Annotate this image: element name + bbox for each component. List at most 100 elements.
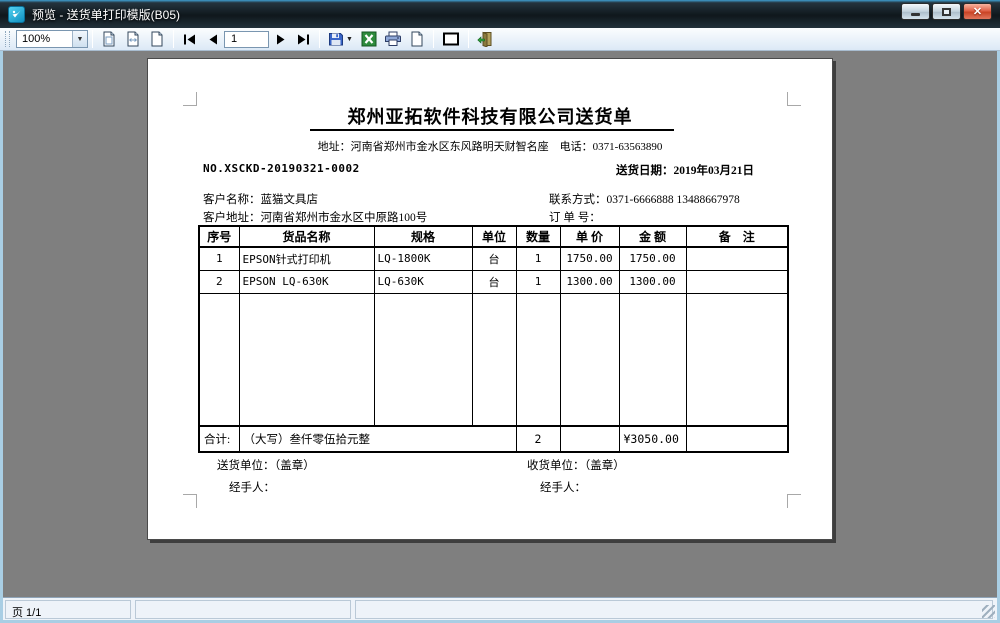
margins-icon — [442, 32, 460, 46]
order-number-line: 订 单 号： — [549, 209, 601, 225]
table-filler-row — [199, 293, 788, 426]
table-row: 2 EPSON LQ-630K LQ-630K 台 1 1300.00 1300… — [199, 270, 788, 293]
status-panel — [355, 600, 993, 619]
first-page-button[interactable] — [178, 29, 201, 49]
status-panel — [135, 600, 351, 619]
cell-index: 1 — [199, 247, 239, 270]
customer-name-label: 客户名称： — [203, 194, 261, 206]
first-page-icon — [183, 34, 196, 45]
cell-name: EPSON针式打印机 — [239, 247, 374, 270]
delivery-date: 送货日期：2019年03月21日 — [616, 162, 754, 178]
preview-workspace[interactable]: 郑州亚拓软件科技有限公司送货单 地址：河南省郑州市金水区东风路明天财智名座 电话… — [3, 51, 997, 597]
cell-remark — [686, 247, 788, 270]
status-bar: 页 1/1 — [3, 597, 997, 620]
cell-unit: 台 — [472, 247, 516, 270]
last-page-button[interactable] — [292, 29, 315, 49]
minimize-button[interactable] — [901, 3, 930, 20]
table-row: 1 EPSON针式打印机 LQ-1800K 台 1 1750.00 1750.0… — [199, 247, 788, 270]
page-indicator: 页 1/1 — [5, 600, 131, 619]
separator — [468, 30, 469, 48]
chevron-down-icon[interactable]: ▼ — [72, 31, 87, 47]
contact-value: 0371-6666888 13488667978 — [607, 194, 740, 206]
cell-remark — [686, 270, 788, 293]
last-page-icon — [297, 34, 310, 45]
cell-unit: 台 — [472, 270, 516, 293]
separator — [92, 30, 93, 48]
customer-address-value: 河南省郑州市金水区中原路100号 — [261, 212, 428, 224]
minimize-icon — [911, 13, 920, 16]
actual-size-button[interactable] — [145, 29, 169, 49]
col-header-spec: 规格 — [374, 226, 472, 247]
page-width-icon — [125, 31, 141, 47]
page-setup-button[interactable] — [405, 29, 429, 49]
margin-mark-bottom-left — [183, 494, 197, 508]
margins-button[interactable] — [438, 29, 464, 49]
cell-price: 1750.00 — [560, 247, 619, 270]
contact-label: 联系方式： — [549, 194, 607, 206]
toolbar: 100% ▼ ▼ — [0, 28, 1000, 51]
cell-spec: LQ-1800K — [374, 247, 472, 270]
zoom-value: 100% — [17, 31, 72, 47]
cell-amount: 1300.00 — [619, 270, 686, 293]
export-excel-icon — [361, 31, 377, 47]
export-excel-button[interactable] — [357, 29, 381, 49]
print-button[interactable] — [381, 29, 405, 49]
exit-icon — [477, 31, 493, 47]
resize-grip-icon[interactable] — [982, 605, 995, 618]
zoom-select[interactable]: 100% ▼ — [16, 30, 88, 48]
separator — [433, 30, 434, 48]
window-controls: ✕ — [901, 3, 992, 20]
table-header-row: 序号 货品名称 规格 单位 数量 单 价 金 额 备 注 — [199, 226, 788, 247]
customer-name-line: 客户名称：蓝猫文具店 — [203, 191, 318, 207]
document-number: NO.XSCKD-20190321-0002 — [203, 162, 360, 175]
page-number-input[interactable] — [224, 31, 269, 48]
window-title: 预览 - 送货单打印模版(B05) — [32, 6, 180, 23]
cell-spec: LQ-630K — [374, 270, 472, 293]
total-amount: ¥3050.00 — [619, 426, 686, 452]
actual-size-icon — [149, 31, 165, 47]
maximize-button[interactable] — [932, 3, 961, 20]
total-qty: 2 — [516, 426, 560, 452]
col-header-name: 货品名称 — [239, 226, 374, 247]
col-header-unit: 单位 — [472, 226, 516, 247]
total-label: 合计: — [199, 426, 239, 452]
cell-index: 2 — [199, 270, 239, 293]
handler-right-label: 经手人： — [540, 479, 586, 495]
company-address-line: 地址：河南省郑州市金水区东风路明天财智名座 电话：0371-63563890 — [148, 138, 832, 154]
cell-qty: 1 — [516, 270, 560, 293]
separator — [173, 30, 174, 48]
col-header-remark: 备 注 — [686, 226, 788, 247]
table-total-row: 合计: （大写）叁仟零伍拾元整 2 ¥3050.00 — [199, 426, 788, 452]
cell-price: 1300.00 — [560, 270, 619, 293]
title-underline — [310, 129, 674, 131]
total-price-blank — [560, 426, 619, 452]
col-header-index: 序号 — [199, 226, 239, 247]
exit-button[interactable] — [473, 29, 497, 49]
company-title: 郑州亚拓软件科技有限公司送货单 — [148, 103, 832, 129]
page-width-button[interactable] — [121, 29, 145, 49]
next-page-button[interactable] — [269, 29, 292, 49]
preview-window: 预览 - 送货单打印模版(B05) ✕ 100% ▼ — [0, 0, 1000, 623]
cell-qty: 1 — [516, 247, 560, 270]
separator — [319, 30, 320, 48]
next-page-icon — [276, 34, 286, 45]
whole-page-icon — [101, 31, 117, 47]
app-logo-icon — [8, 6, 25, 23]
col-header-price: 单 价 — [560, 226, 619, 247]
customer-name-value: 蓝猫文具店 — [261, 194, 319, 206]
customer-address-label: 客户地址： — [203, 212, 261, 224]
close-button[interactable]: ✕ — [963, 3, 992, 20]
save-icon — [328, 31, 344, 47]
receiver-signature-label: 收货单位：（盖章） — [527, 457, 625, 473]
maximize-icon — [942, 8, 951, 16]
sender-signature-label: 送货单位：（盖章） — [217, 457, 315, 473]
whole-page-button[interactable] — [97, 29, 121, 49]
toolbar-grip[interactable] — [5, 31, 10, 47]
save-button[interactable]: ▼ — [324, 29, 357, 49]
prev-page-button[interactable] — [201, 29, 224, 49]
page-setup-icon — [409, 31, 425, 47]
total-remark-blank — [686, 426, 788, 452]
close-icon: ✕ — [973, 5, 982, 18]
print-icon — [385, 31, 401, 47]
save-dropdown-icon[interactable]: ▼ — [346, 36, 353, 43]
